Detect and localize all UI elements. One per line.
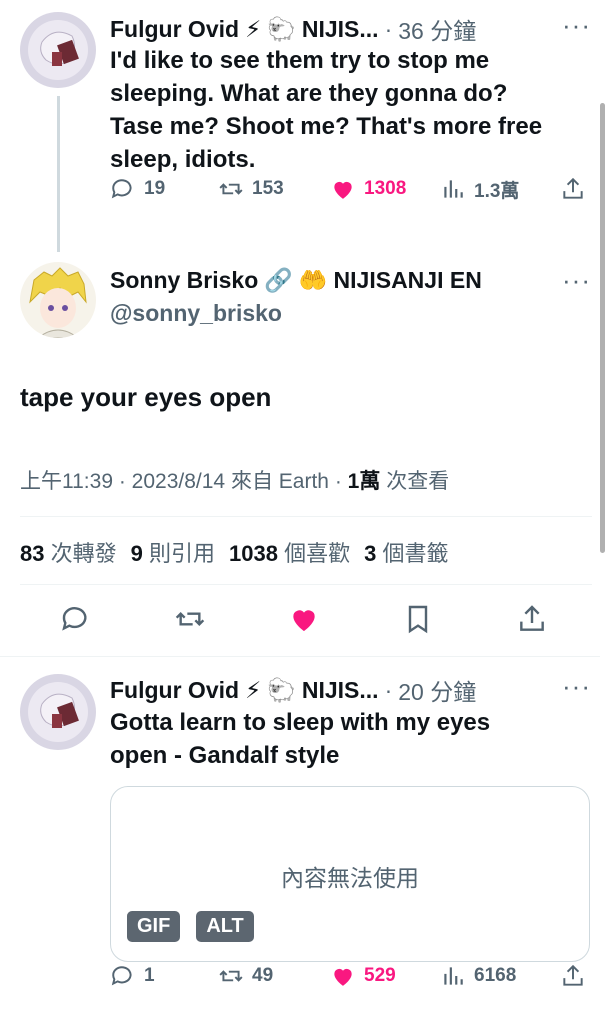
- alt-badge[interactable]: ALT: [196, 911, 254, 942]
- reply-icon: [111, 179, 132, 199]
- reply-count: 1: [144, 965, 155, 986]
- more-icon[interactable]: ···: [562, 12, 591, 38]
- heart-icon[interactable]: [288, 603, 320, 635]
- tweet-time[interactable]: 20 分鐘: [398, 673, 476, 707]
- like-count: 1308: [364, 178, 407, 199]
- divider: [0, 656, 600, 657]
- separator-dot: ·: [334, 470, 348, 493]
- view-count: 6168: [474, 965, 517, 986]
- tweet-text: tape your eyes open: [20, 382, 272, 412]
- thread-line: [57, 96, 60, 252]
- media-card[interactable]: 內容無法使用 GIF ALT: [110, 786, 590, 962]
- view-label: 次查看: [386, 470, 450, 493]
- views-icon: [444, 967, 463, 985]
- heart-icon: [334, 181, 352, 199]
- retweet-icon: [219, 183, 243, 195]
- reply-icon: [111, 966, 132, 986]
- bookmark-icon[interactable]: [402, 603, 434, 635]
- like-stat[interactable]: 1038 個喜歡: [229, 536, 350, 568]
- view-count: 1萬: [347, 470, 381, 493]
- share-icon[interactable]: [516, 603, 548, 635]
- stat-number: 83: [20, 541, 45, 566]
- share-icon: [563, 964, 583, 986]
- share-icon: [563, 177, 583, 199]
- retweet-button[interactable]: 153: [218, 176, 284, 202]
- author-name[interactable]: Fulgur Ovid: [110, 677, 239, 704]
- view-count: 1.3萬: [474, 180, 520, 202]
- lightning-icon: ⚡: [245, 15, 262, 42]
- avatar[interactable]: [20, 262, 96, 338]
- tweet-date[interactable]: 2023/8/14: [132, 470, 225, 493]
- share-button[interactable]: [560, 963, 586, 989]
- tweet-source: Earth: [278, 470, 329, 493]
- stat-label: 個喜歡: [284, 541, 351, 566]
- retweet-icon: [219, 970, 243, 982]
- heart-icon: [334, 968, 352, 986]
- reply-button[interactable]: 1: [110, 963, 155, 989]
- retweet-icon[interactable]: [174, 603, 206, 635]
- tweet-time[interactable]: 上午11:39: [20, 470, 113, 493]
- source-prefix: 來自: [230, 470, 273, 493]
- tweet-meta: 上午11:39 · 2023/8/14 來自 Earth · 1萬 次查看: [20, 465, 449, 495]
- lightning-icon: ⚡: [245, 676, 262, 703]
- engagement-stats: 83 次轉發 9 則引用 1038 個喜歡 3 個書籤: [20, 536, 449, 568]
- tweet-text: Gotta learn to sleep with my eyes open -…: [110, 709, 491, 769]
- retweet-count: 153: [252, 178, 284, 199]
- stat-label: 個書籤: [382, 541, 449, 566]
- reply-icon[interactable]: [60, 603, 92, 635]
- main-actions: [0, 603, 610, 639]
- more-icon[interactable]: ···: [562, 267, 591, 293]
- stat-number: 1038: [229, 541, 278, 566]
- views-button[interactable]: 6168: [440, 963, 516, 989]
- quote-stat[interactable]: 9 則引用: [131, 536, 215, 568]
- retweet-stat[interactable]: 83 次轉發: [20, 536, 117, 568]
- author-handle[interactable]: @sonny_brisko: [110, 300, 282, 327]
- author-name[interactable]: Sonny Brisko: [110, 267, 258, 294]
- gif-badge: GIF: [127, 911, 181, 942]
- raised-hands-icon: 🤲: [298, 267, 328, 293]
- like-count: 529: [364, 965, 396, 986]
- scrollbar-thumb[interactable]: [600, 103, 605, 553]
- share-button[interactable]: [560, 176, 586, 202]
- author-affiliation: NIJISANJI EN: [333, 267, 482, 293]
- like-button[interactable]: 529: [330, 963, 396, 989]
- reply-button[interactable]: 19: [110, 176, 165, 202]
- separator-dot: ·: [118, 470, 132, 493]
- retweet-count: 49: [252, 965, 274, 986]
- author-name[interactable]: Fulgur Ovid: [110, 16, 239, 43]
- stat-label: 次轉發: [50, 541, 117, 566]
- sheep-icon: 🐑: [267, 676, 296, 703]
- divider: [20, 516, 592, 517]
- tweet-time[interactable]: 36 分鐘: [398, 12, 476, 46]
- reply-count: 19: [144, 178, 166, 199]
- retweet-button[interactable]: 49: [218, 963, 273, 989]
- media-unavailable-text: 內容無法使用: [281, 865, 419, 891]
- tweet-text: I'd like to see them try to stop me slee…: [110, 47, 543, 173]
- avatar[interactable]: [20, 674, 96, 750]
- sheep-icon: 🐑: [267, 15, 296, 42]
- divider: [20, 584, 592, 585]
- bookmark-stat[interactable]: 3 個書籤: [364, 536, 448, 568]
- avatar[interactable]: [20, 12, 96, 88]
- author-affiliation: NIJIS...: [301, 676, 379, 703]
- views-button[interactable]: 1.3萬: [440, 176, 519, 203]
- views-icon: [444, 180, 463, 198]
- stat-number: 9: [130, 541, 143, 566]
- like-button[interactable]: 1308: [330, 176, 406, 202]
- link-icon: 🔗: [264, 267, 293, 293]
- separator-dot: ·: [384, 676, 393, 703]
- more-icon[interactable]: ···: [562, 673, 591, 699]
- stat-label: 則引用: [149, 541, 216, 566]
- author-affiliation: NIJIS...: [301, 15, 379, 42]
- stat-number: 3: [364, 541, 377, 566]
- separator-dot: ·: [384, 15, 393, 42]
